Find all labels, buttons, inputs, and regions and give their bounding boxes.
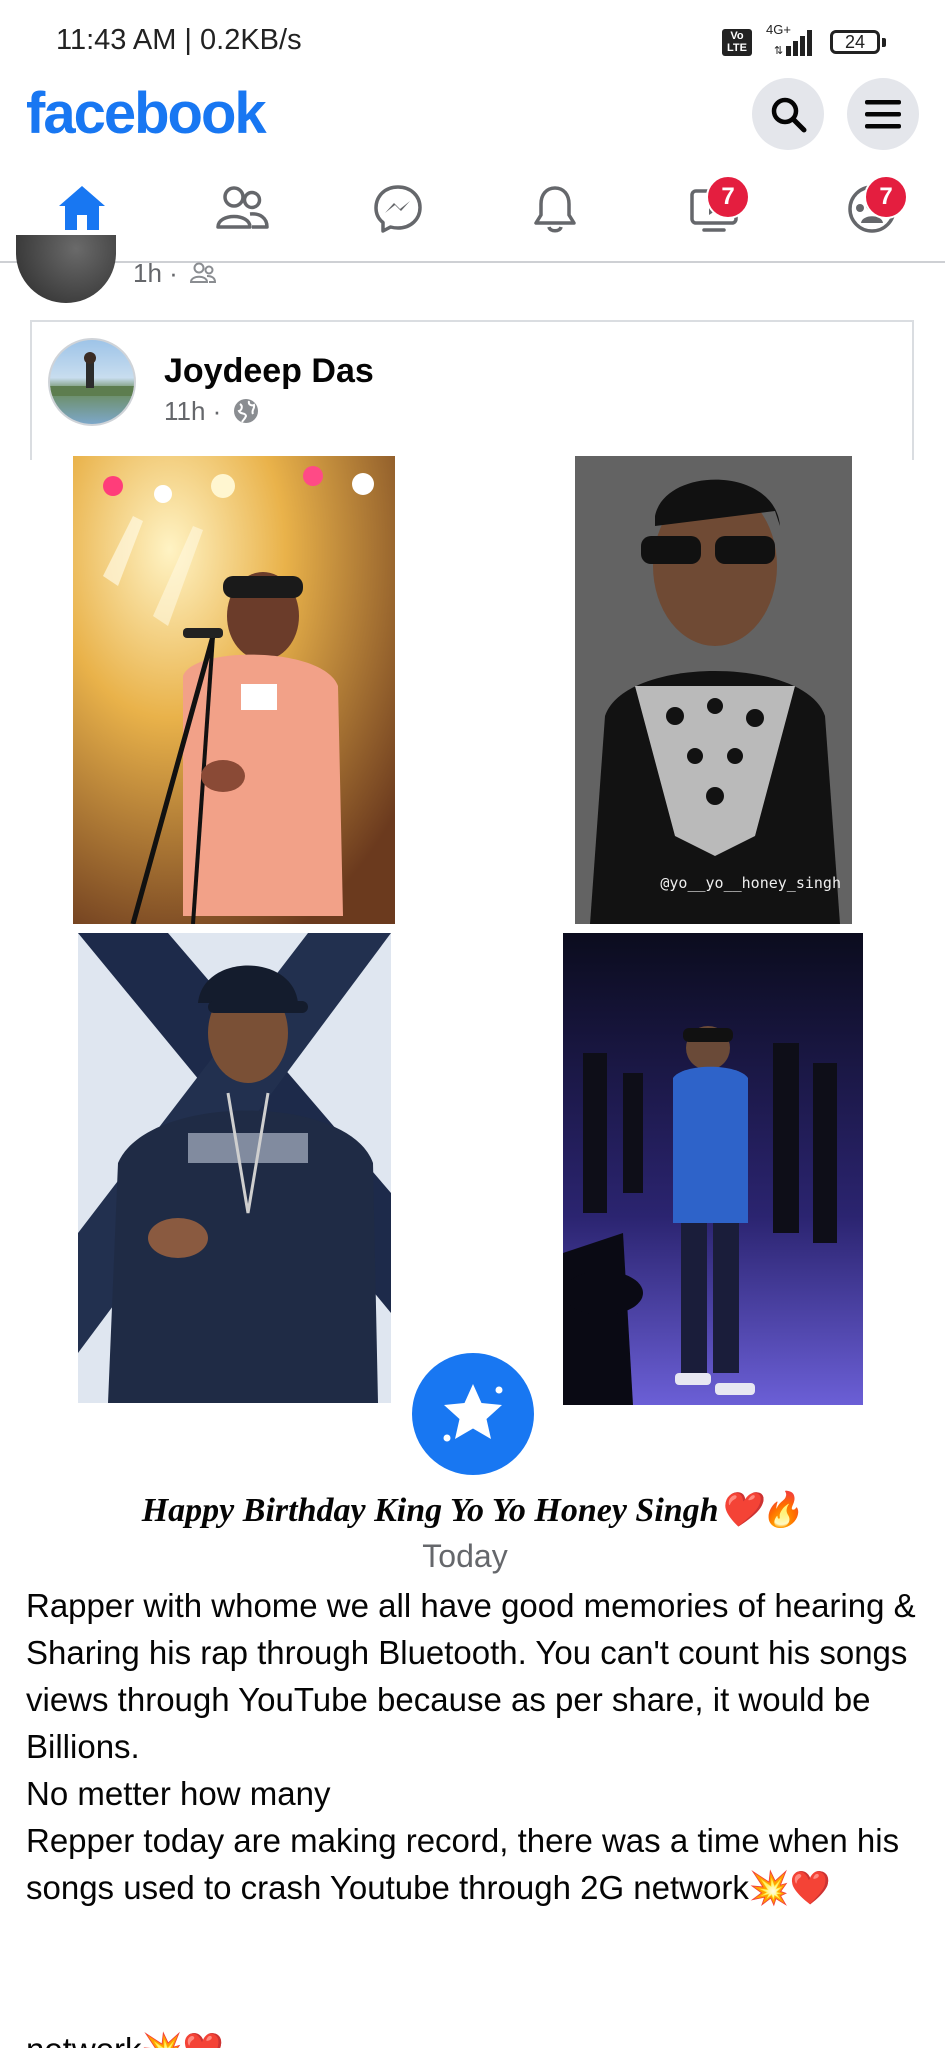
avatar-photo: [50, 352, 134, 396]
menu-button[interactable]: [847, 78, 919, 150]
tab-watch[interactable]: 7: [650, 165, 770, 261]
post-meta: 11h ·: [164, 396, 259, 427]
post-photo-1[interactable]: [73, 456, 395, 924]
home-icon: [59, 186, 105, 230]
friends-audience-icon: [190, 262, 217, 283]
volte-icon: Vo LTE: [722, 29, 752, 56]
signal-icon: ⇅: [774, 30, 812, 56]
groups-badge: 7: [864, 175, 908, 219]
status-time: 11:43 AM | 0.2KB/s: [56, 24, 302, 56]
post-photo-4[interactable]: [563, 933, 863, 1405]
svg-text:⇅: ⇅: [774, 44, 783, 56]
status-bar: 11:43 AM | 0.2KB/s Vo LTE 4G+ ⇅ 24: [0, 0, 945, 80]
author-avatar[interactable]: [48, 338, 136, 426]
star-avatar-badge[interactable]: [412, 1353, 534, 1475]
battery-icon: 24: [830, 30, 886, 54]
caption-date: Today: [422, 1538, 508, 1574]
post-body-overflow: network💥❤️: [26, 2026, 224, 2048]
menu-icon: [865, 100, 901, 129]
previous-post-meta: 1h ·: [133, 258, 217, 289]
watch-badge: 7: [706, 175, 750, 219]
tab-notifications[interactable]: [492, 165, 612, 261]
search-icon: [771, 97, 807, 133]
previous-post-time: 1h ·: [133, 258, 178, 288]
tab-messenger[interactable]: [334, 165, 454, 261]
photo-watermark: @yo__yo__honey_singh: [660, 874, 841, 892]
battery-level: 24: [844, 32, 866, 52]
search-button[interactable]: [752, 78, 824, 150]
friends-icon: [216, 186, 269, 229]
tab-bar: 7 7: [0, 165, 945, 263]
post-body-text: Rapper with whome we all have good memor…: [26, 1587, 916, 1906]
globe-icon: [233, 399, 258, 423]
bell-icon: [534, 186, 576, 233]
messenger-icon: [374, 185, 422, 233]
previous-post-avatar[interactable]: [16, 235, 116, 303]
post-photo-3[interactable]: [78, 933, 391, 1403]
shared-post-card: [30, 320, 914, 460]
tab-groups[interactable]: 7: [808, 165, 928, 261]
star-icon: [443, 1384, 503, 1442]
caption-title: Happy Birthday King Yo Yo Honey Singh❤️🔥: [141, 1492, 804, 1529]
tab-friends[interactable]: [176, 165, 296, 261]
author-name[interactable]: Joydeep Das: [164, 352, 374, 391]
post-time: 11h ·: [164, 396, 222, 426]
facebook-logo[interactable]: facebook: [26, 80, 267, 147]
post-photo-2[interactable]: @yo__yo__honey_singh: [575, 456, 852, 924]
